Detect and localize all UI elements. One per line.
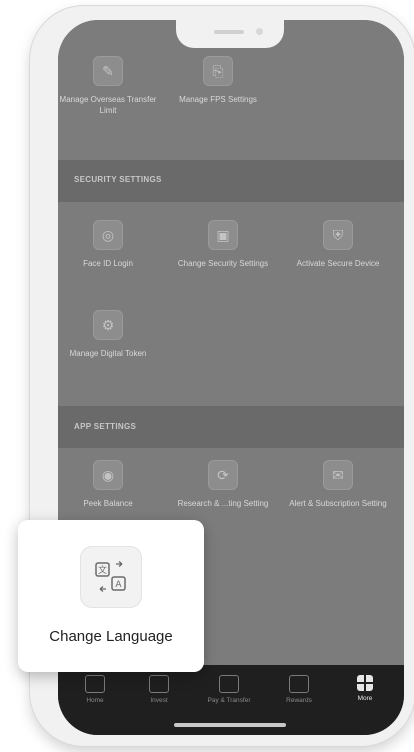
svg-text:A: A	[115, 580, 122, 590]
tile-label: Change Security Settings	[177, 259, 269, 268]
tile-alert-subscription[interactable]: ✉ Alert & Subscription Setting	[288, 460, 388, 509]
nav-pay-transfer[interactable]: Pay & Transfer	[200, 675, 258, 704]
tile-label: Manage FPS Settings	[179, 95, 257, 104]
svg-text:文: 文	[98, 564, 107, 576]
tile-label: Activate Secure Device	[296, 259, 380, 268]
notch	[176, 20, 284, 48]
tile-change-security-settings[interactable]: ▣ Change Security Settings	[173, 220, 273, 269]
face-id-icon: ◎	[93, 220, 123, 250]
fps-settings-icon: ⎘	[203, 56, 233, 86]
change-language-label: Change Language	[49, 628, 173, 645]
grid-icon	[357, 675, 373, 691]
camera	[256, 28, 263, 35]
home-icon	[85, 675, 105, 693]
nav-label: Pay & Transfer	[207, 697, 251, 704]
digital-token-icon: ⚙	[93, 310, 123, 340]
eye-icon: ◉	[93, 460, 123, 490]
tile-label: Peek Balance	[83, 499, 133, 508]
translate-icon: 文 A	[80, 546, 142, 608]
secure-device-icon: ⛨	[323, 220, 353, 250]
tile-label: Research & ...ting Setting	[177, 499, 269, 508]
nav-more[interactable]: More	[336, 675, 394, 702]
nav-label: Rewards	[286, 697, 312, 704]
nav-label: Invest	[150, 697, 168, 704]
change-language-card[interactable]: 文 A Change Language	[18, 520, 204, 672]
tile-research-setting[interactable]: ⟳ Research & ...ting Setting	[173, 460, 273, 509]
nav-label: More	[357, 695, 373, 702]
section-title: APP SETTINGS	[74, 422, 137, 431]
tile-face-id-login[interactable]: ◎ Face ID Login	[58, 220, 158, 269]
tile-label: Face ID Login	[83, 259, 133, 268]
tile-manage-digital-token[interactable]: ⚙ Manage Digital Token	[58, 310, 158, 359]
security-settings-icon: ▣	[208, 220, 238, 250]
section-title: SECURITY SETTINGS	[74, 175, 162, 184]
tile-label: Manage Overseas Transfer Limit	[59, 95, 157, 115]
nav-rewards[interactable]: Rewards	[270, 675, 328, 704]
tile-label: Alert & Subscription Setting	[289, 499, 387, 508]
nav-label: Home	[86, 697, 104, 704]
research-icon: ⟳	[208, 460, 238, 490]
tile-peek-balance[interactable]: ◉ Peek Balance	[58, 460, 158, 509]
pay-transfer-icon	[219, 675, 239, 693]
rewards-icon	[289, 675, 309, 693]
nav-home[interactable]: Home	[66, 675, 124, 704]
tile-label: Manage Digital Token	[69, 349, 147, 358]
invest-icon	[149, 675, 169, 693]
alert-icon: ✉	[323, 460, 353, 490]
speaker	[214, 30, 244, 34]
tile-activate-secure-device[interactable]: ⛨ Activate Secure Device	[288, 220, 388, 269]
tile-fps-settings[interactable]: ⎘ Manage FPS Settings	[168, 56, 268, 105]
transfer-limit-icon: ✎	[93, 56, 123, 86]
home-indicator	[174, 723, 286, 727]
nav-invest[interactable]: Invest	[130, 675, 188, 704]
tile-overseas-transfer-limit[interactable]: ✎ Manage Overseas Transfer Limit	[58, 56, 158, 116]
